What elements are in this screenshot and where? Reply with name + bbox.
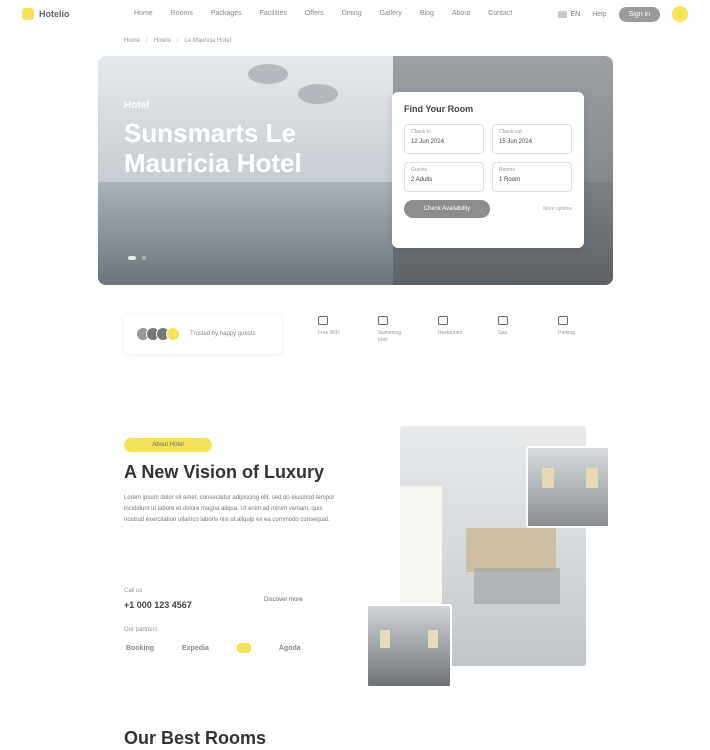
booking-title: Find Your Room bbox=[404, 104, 474, 114]
breadcrumb-item[interactable]: Home bbox=[124, 38, 140, 44]
nav-item-facilities[interactable]: Facilities bbox=[260, 10, 287, 17]
nav-item-contact[interactable]: Contact bbox=[488, 10, 512, 17]
carousel-dot-active[interactable] bbox=[128, 256, 136, 260]
partner-logo: Expedia bbox=[182, 644, 209, 652]
lamp-image bbox=[428, 630, 438, 648]
checkin-label: Check-in bbox=[411, 129, 431, 135]
breadcrumb-separator-icon: / bbox=[176, 38, 179, 44]
nav-item-home[interactable]: Home bbox=[134, 10, 153, 17]
spa-icon bbox=[498, 316, 508, 325]
top-navbar: Hotelio Home Rooms Packages Facilities O… bbox=[0, 0, 710, 30]
about-title: A New Vision of Luxury bbox=[124, 462, 325, 482]
lamp-image bbox=[586, 468, 598, 488]
nav-item-dining[interactable]: Dining bbox=[342, 10, 362, 17]
amenity-item: Free WiFi bbox=[318, 316, 348, 344]
parking-icon bbox=[558, 316, 568, 325]
partner-logo-icon bbox=[236, 643, 251, 653]
logo-icon bbox=[22, 8, 34, 20]
lamp-image bbox=[380, 630, 390, 648]
amenity-item: Restaurant bbox=[438, 316, 468, 344]
avatar[interactable] bbox=[672, 6, 688, 22]
guests-value: 2 Adults bbox=[411, 177, 433, 183]
nav-actions: EN Help Sign in bbox=[558, 6, 688, 22]
discover-more-link[interactable]: Discover more bbox=[264, 597, 303, 603]
amenity-label: Restaurant bbox=[438, 330, 463, 336]
section-tag: About Hotel bbox=[124, 438, 212, 452]
logo[interactable]: Hotelio bbox=[22, 8, 70, 20]
breadcrumb: Home / Hotels / Le Mauricia Hotel bbox=[124, 38, 231, 44]
rooms-section-title: Our Best Rooms bbox=[124, 728, 267, 748]
rating-card: Trusted by happy guests bbox=[124, 314, 282, 354]
breadcrumb-separator-icon: / bbox=[146, 38, 148, 44]
palm-tree-image bbox=[248, 64, 288, 84]
amenity-item: Spa bbox=[498, 316, 528, 344]
partners-label: Our partners bbox=[124, 627, 158, 633]
amenity-label: Swimming pool bbox=[378, 330, 402, 343]
hero-subtitle: Hotel bbox=[124, 100, 149, 111]
call-label: Call us bbox=[124, 588, 143, 594]
checkout-value: 15 Jun 2024 bbox=[499, 139, 533, 145]
nav-item-rooms[interactable]: Rooms bbox=[171, 10, 193, 17]
checkout-field[interactable]: Check-out 15 Jun 2024 bbox=[492, 124, 572, 154]
checkout-label: Check-out bbox=[499, 129, 522, 135]
partners-list: Booking Expedia Agoda bbox=[126, 643, 301, 653]
partner-logo: Agoda bbox=[278, 644, 301, 652]
more-options-link[interactable]: More options bbox=[543, 206, 572, 212]
partner-logo: Booking bbox=[126, 644, 154, 652]
amenity-item: Parking bbox=[558, 316, 588, 344]
amenity-item: Swimming pool bbox=[378, 316, 408, 344]
rooms-value: 1 Room bbox=[499, 177, 521, 183]
pool-icon bbox=[378, 316, 388, 325]
language-label: EN bbox=[570, 10, 581, 18]
booking-card: Find Your Room Check-in 12 Jun 2024 Chec… bbox=[392, 92, 584, 248]
carousel-dot[interactable] bbox=[142, 256, 146, 260]
nav-item-blog[interactable]: Blog bbox=[420, 10, 434, 17]
nav-item-about[interactable]: About bbox=[452, 10, 470, 17]
language-selector[interactable]: EN bbox=[558, 10, 581, 18]
window-image bbox=[400, 486, 442, 606]
check-availability-button[interactable]: Check Availability bbox=[404, 200, 490, 218]
rating-text: Trusted by happy guests bbox=[190, 331, 256, 337]
logo-text: Hotelio bbox=[39, 9, 70, 19]
amenity-label: Free WiFi bbox=[318, 330, 340, 336]
guest-avatars bbox=[136, 327, 180, 341]
avatar bbox=[166, 327, 180, 341]
help-link[interactable]: Help bbox=[592, 11, 606, 18]
breadcrumb-item[interactable]: Hotels bbox=[154, 38, 171, 44]
room-photo-bottom bbox=[366, 604, 452, 688]
guests-label: Guests bbox=[411, 167, 427, 173]
rooms-label: Rooms bbox=[499, 167, 515, 173]
nav-item-gallery[interactable]: Gallery bbox=[380, 10, 402, 17]
amenity-label: Spa bbox=[498, 330, 507, 336]
rooms-field[interactable]: Rooms 1 Room bbox=[492, 162, 572, 192]
nav-item-offers[interactable]: Offers bbox=[305, 10, 324, 17]
bed-image bbox=[474, 568, 560, 604]
about-text: Lorem ipsum dolor sit amet, consectetur … bbox=[124, 495, 335, 523]
room-photo-top bbox=[526, 446, 610, 528]
phone-number[interactable]: +1 000 123 4567 bbox=[124, 600, 192, 610]
flag-icon bbox=[558, 10, 568, 18]
wifi-icon bbox=[318, 316, 328, 325]
bed-headboard-image bbox=[466, 528, 556, 572]
checkin-field[interactable]: Check-in 12 Jun 2024 bbox=[404, 124, 484, 154]
lamp-image bbox=[542, 468, 554, 488]
hero-title: Sunsmarts Le Mauricia Hotel bbox=[124, 118, 302, 178]
nav-menu: Home Rooms Packages Facilities Offers Di… bbox=[134, 10, 530, 17]
signin-button[interactable]: Sign in bbox=[618, 6, 660, 22]
amenity-label: Parking bbox=[558, 330, 575, 336]
palm-tree-image bbox=[298, 84, 338, 104]
breadcrumb-item-current: Le Mauricia Hotel bbox=[184, 38, 232, 44]
guests-field[interactable]: Guests 2 Adults bbox=[404, 162, 484, 192]
carousel-dots bbox=[128, 256, 146, 260]
nav-item-packages[interactable]: Packages bbox=[211, 10, 242, 17]
amenities-list: Free WiFi Swimming pool Restaurant Spa P… bbox=[318, 316, 588, 344]
restaurant-icon bbox=[438, 316, 448, 325]
checkin-value: 12 Jun 2024 bbox=[411, 139, 445, 145]
